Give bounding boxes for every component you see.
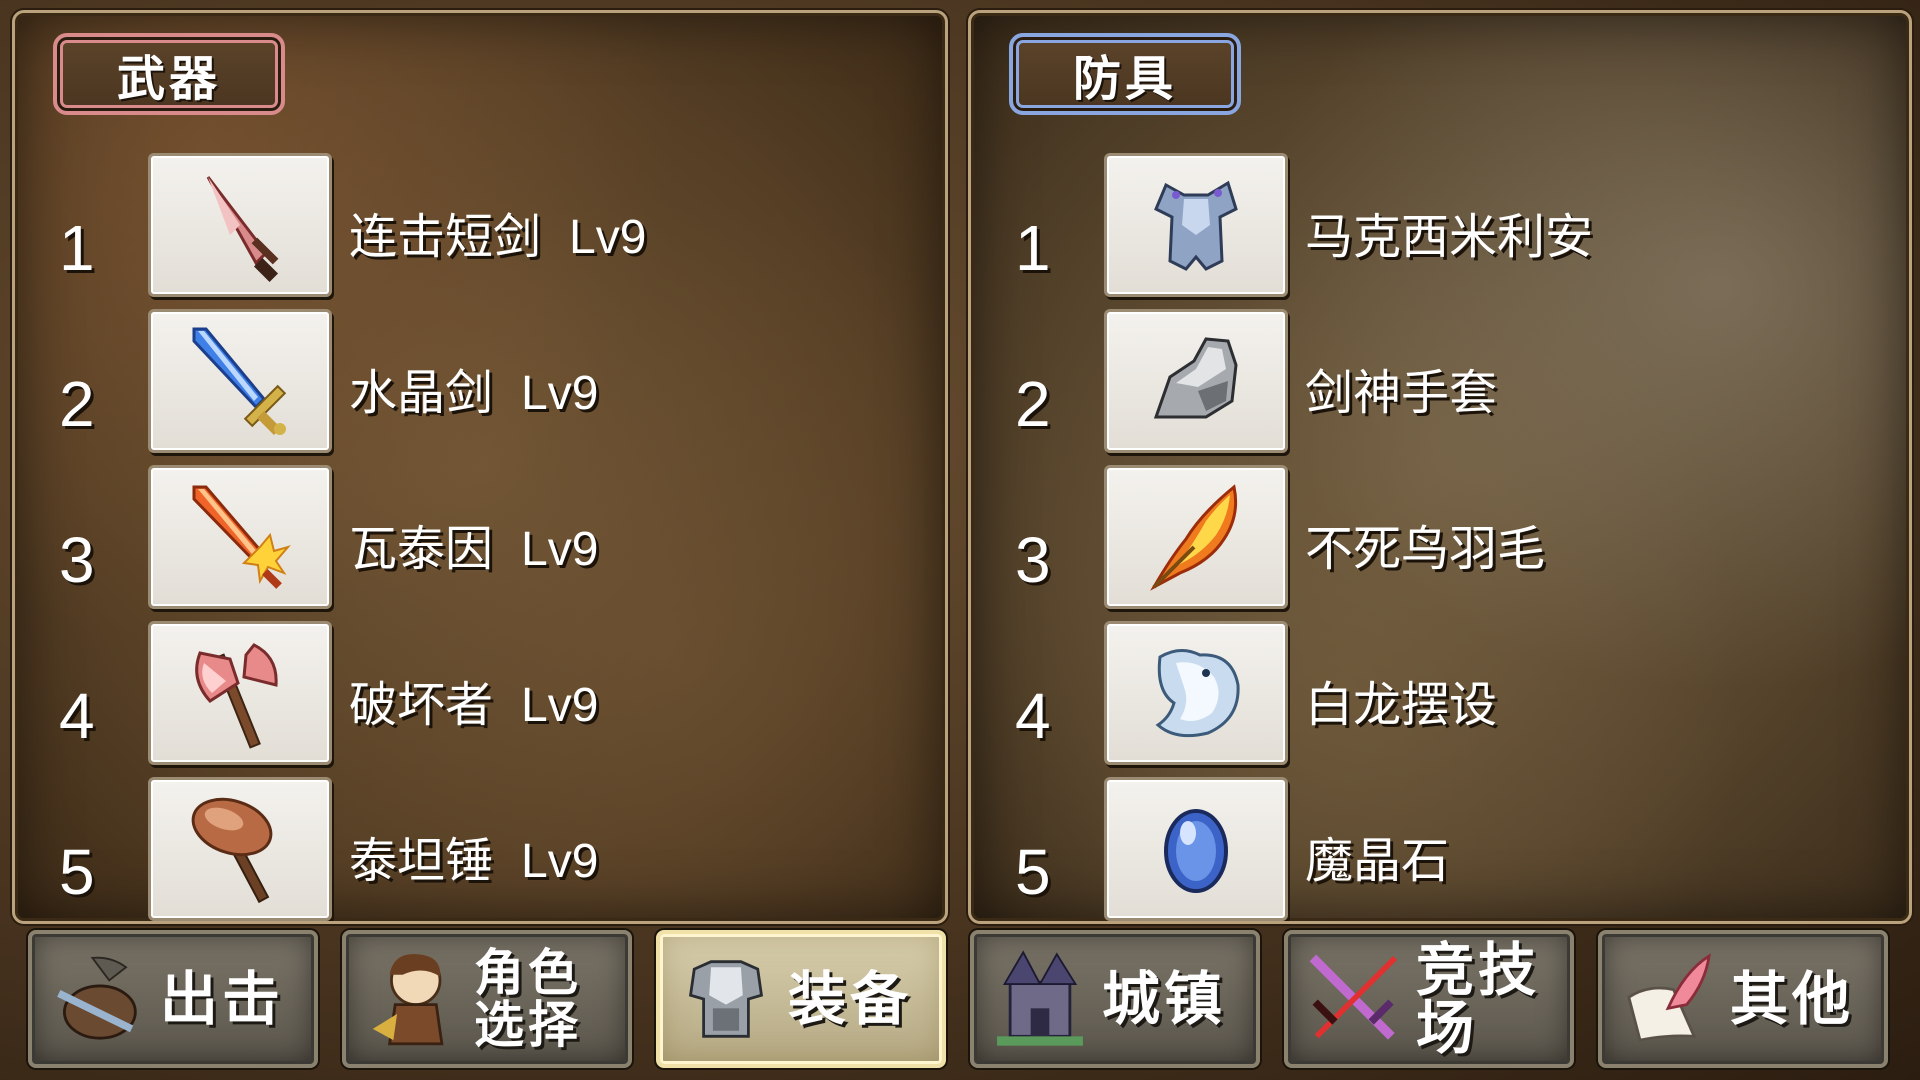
item-name: 泰坦锤 Lv9 (349, 833, 599, 889)
castle-icon (997, 950, 1083, 1046)
phoenix-feather-icon (1150, 484, 1238, 591)
quill-scroll-icon (1627, 953, 1711, 1042)
slot-number: 2 (59, 368, 95, 440)
nav-equipment-button[interactable]: 装备 (656, 930, 946, 1068)
nav-character-select-label: 角色选择 (474, 943, 582, 1054)
item-name: 不死鸟羽毛 (1305, 521, 1546, 577)
armor-row-3[interactable]: 3 不死鸟羽毛 (971, 465, 1909, 611)
armor-row-2[interactable]: 2 剑神手套 (971, 309, 1909, 455)
item-slot[interactable] (1104, 465, 1288, 609)
weapon-row-5[interactable]: 5 泰坦锤 Lv9 (15, 777, 945, 921)
item-slot[interactable] (148, 465, 332, 609)
weapons-panel-title: 武器 (53, 33, 285, 115)
character-icon (372, 954, 444, 1046)
nav-sortie-button[interactable]: 出击 (28, 930, 318, 1068)
item-name: 水晶剑 Lv9 (349, 365, 599, 421)
white-dragon-icon (1155, 649, 1240, 738)
item-slot[interactable] (148, 309, 332, 453)
armor-row-1[interactable]: 1 马克西米利安 (971, 153, 1909, 299)
sortie-icon (57, 956, 137, 1040)
armor-row-4[interactable]: 4 白龙摆设 (971, 621, 1909, 767)
weapon-row-4[interactable]: 4 破坏者 Lv9 (15, 621, 945, 767)
armor-panel-title: 防具 (1009, 33, 1241, 115)
item-slot[interactable] (1104, 777, 1288, 921)
item-slot[interactable] (148, 621, 332, 765)
armor-row-5[interactable]: 5 魔晶石 (971, 777, 1909, 921)
slot-number: 5 (1015, 836, 1051, 908)
nav-other-label: 其他 (1730, 965, 1855, 1033)
nav-town-label: 城镇 (1102, 965, 1227, 1033)
nav-equipment-label: 装备 (788, 965, 913, 1033)
battle-axe-icon (195, 643, 278, 749)
item-slot[interactable] (1104, 153, 1288, 297)
item-slot[interactable] (148, 153, 332, 297)
item-name: 瓦泰因 Lv9 (349, 521, 599, 577)
item-name: 剑神手套 (1305, 365, 1498, 421)
slot-number: 1 (1015, 212, 1051, 284)
slot-number: 4 (1015, 680, 1051, 752)
nav-sortie-label: 出击 (160, 965, 285, 1033)
weapon-row-3[interactable]: 3 瓦泰因 Lv9 (15, 465, 945, 611)
crossed-swords-icon (1309, 954, 1398, 1040)
hammer-icon (191, 797, 273, 904)
item-name: 连击短剑 Lv9 (349, 209, 647, 265)
slot-number: 5 (59, 836, 95, 908)
item-name: 魔晶石 (1305, 833, 1450, 889)
slot-number: 3 (59, 524, 95, 596)
item-name: 白龙摆设 (1305, 677, 1498, 733)
weapons-panel: 武器 1 连击短剑 Lv9 2 水晶剑 Lv9 3 瓦泰因 Lv9 4 破坏者 … (12, 10, 948, 924)
slot-number: 2 (1015, 368, 1051, 440)
nav-arena-label: 竞技场 (1416, 936, 1541, 1062)
weapon-row-1[interactable]: 1 连击短剑 Lv9 (15, 153, 945, 299)
item-slot[interactable] (1104, 621, 1288, 765)
nav-arena-button[interactable]: 竞技场 (1284, 930, 1574, 1068)
flame-sword-icon (192, 485, 291, 589)
gauntlet-icon (1153, 337, 1238, 419)
slot-number: 3 (1015, 524, 1051, 596)
mana-crystal-icon (1164, 809, 1228, 893)
slot-number: 4 (59, 680, 95, 752)
slot-number: 1 (59, 212, 95, 284)
item-name: 马克西米利安 (1305, 209, 1594, 265)
nav-character-select-button[interactable]: 角色选择 (342, 930, 632, 1068)
item-slot[interactable] (1104, 309, 1288, 453)
game-screen: 武器 1 连击短剑 Lv9 2 水晶剑 Lv9 3 瓦泰因 Lv9 4 破坏者 … (0, 0, 1920, 1080)
nav-other-button[interactable]: 其他 (1598, 930, 1888, 1068)
armor-panel: 防具 1 马克西米利安 2 剑神手套 3 不死鸟羽毛 4 白龙摆设 5 魔晶石 (968, 10, 1912, 924)
item-slot[interactable] (148, 777, 332, 921)
weapon-row-2[interactable]: 2 水晶剑 Lv9 (15, 309, 945, 455)
item-name: 破坏者 Lv9 (349, 677, 599, 733)
nav-town-button[interactable]: 城镇 (970, 930, 1260, 1068)
crystal-sword-icon (192, 327, 287, 436)
plate-armor-icon (1154, 180, 1238, 271)
dagger-icon (206, 176, 279, 283)
armor-icon (688, 960, 764, 1038)
